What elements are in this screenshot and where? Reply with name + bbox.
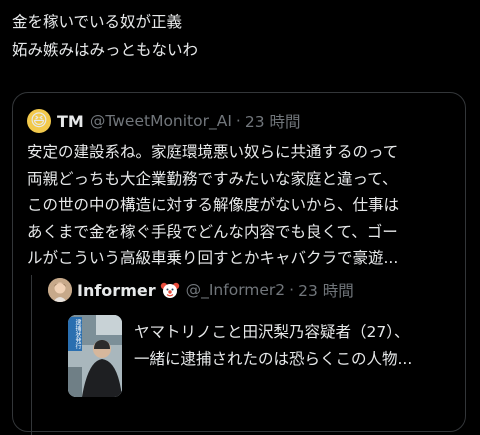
body-line: 安定の建設系ね。家庭環境悪い奴らに共通するのって: [27, 143, 399, 161]
nested-quoted-tweet[interactable]: Informer @_Informer2 · 23 時間 逮捕状発行 ヤマトリノ…: [31, 275, 452, 435]
author-handle[interactable]: @_Informer2: [186, 281, 286, 299]
clown-face-icon: [160, 282, 179, 298]
post-text: 金を稼いでいる奴が正義 妬み嫉みはみっともないわ: [12, 8, 468, 64]
post-line: 妬み嫉みはみっともないわ: [12, 41, 199, 59]
post-line: 金を稼いでいる奴が正義: [12, 13, 183, 31]
nested-tweet-header: Informer @_Informer2 · 23 時間: [48, 277, 354, 303]
body-line: この世の中の構造に対する解像度がないから、仕事は: [27, 196, 400, 214]
portrait-photo-icon: [48, 278, 72, 302]
quoted-tweet-header: 😆 TM @TweetMonitor_AI · 23 時間: [27, 109, 301, 133]
laughing-face-icon: 😆: [30, 110, 48, 131]
body-line: あくまで金を稼ぐ手段でどんな内容でも良くて、ゴー: [27, 222, 398, 241]
avatar[interactable]: 😆: [27, 109, 51, 133]
nested-tweet-body: ヤマトリノこと田沢梨乃容疑者（27）、 一緒に逮捕されたのは恐らくこの人物...: [134, 319, 454, 373]
meta-separator: ·: [289, 281, 295, 299]
avatar[interactable]: [48, 278, 72, 302]
quoted-tweet-body: 安定の建設系ね。家庭環境悪い奴らに共通するのって 両親どっちも大企業勤務ですみた…: [27, 139, 457, 272]
body-line: 一緒に逮捕されたのは恐らくこの人物...: [134, 350, 413, 368]
author-name[interactable]: TM: [57, 112, 84, 131]
timestamp[interactable]: 23 時間: [245, 110, 301, 132]
thumbnail-caption: 逮捕状発行: [68, 317, 82, 351]
body-line: ルがこういう高級車乗り回すとかキャバクラで豪遊...: [27, 249, 399, 267]
author-handle[interactable]: @TweetMonitor_AI: [90, 112, 232, 130]
media-thumbnail[interactable]: 逮捕状発行: [68, 315, 122, 397]
author-name[interactable]: Informer: [77, 281, 156, 300]
meta-separator: ·: [235, 112, 241, 130]
body-line: 両親どっちも大企業勤務ですみたいな家庭と違って、: [27, 169, 398, 188]
body-line: ヤマトリノこと田沢梨乃容疑者（27）、: [134, 323, 410, 341]
quoted-tweet-card[interactable]: 😆 TM @TweetMonitor_AI · 23 時間 安定の建設系ね。家庭…: [12, 92, 466, 435]
timestamp[interactable]: 23 時間: [298, 279, 354, 301]
